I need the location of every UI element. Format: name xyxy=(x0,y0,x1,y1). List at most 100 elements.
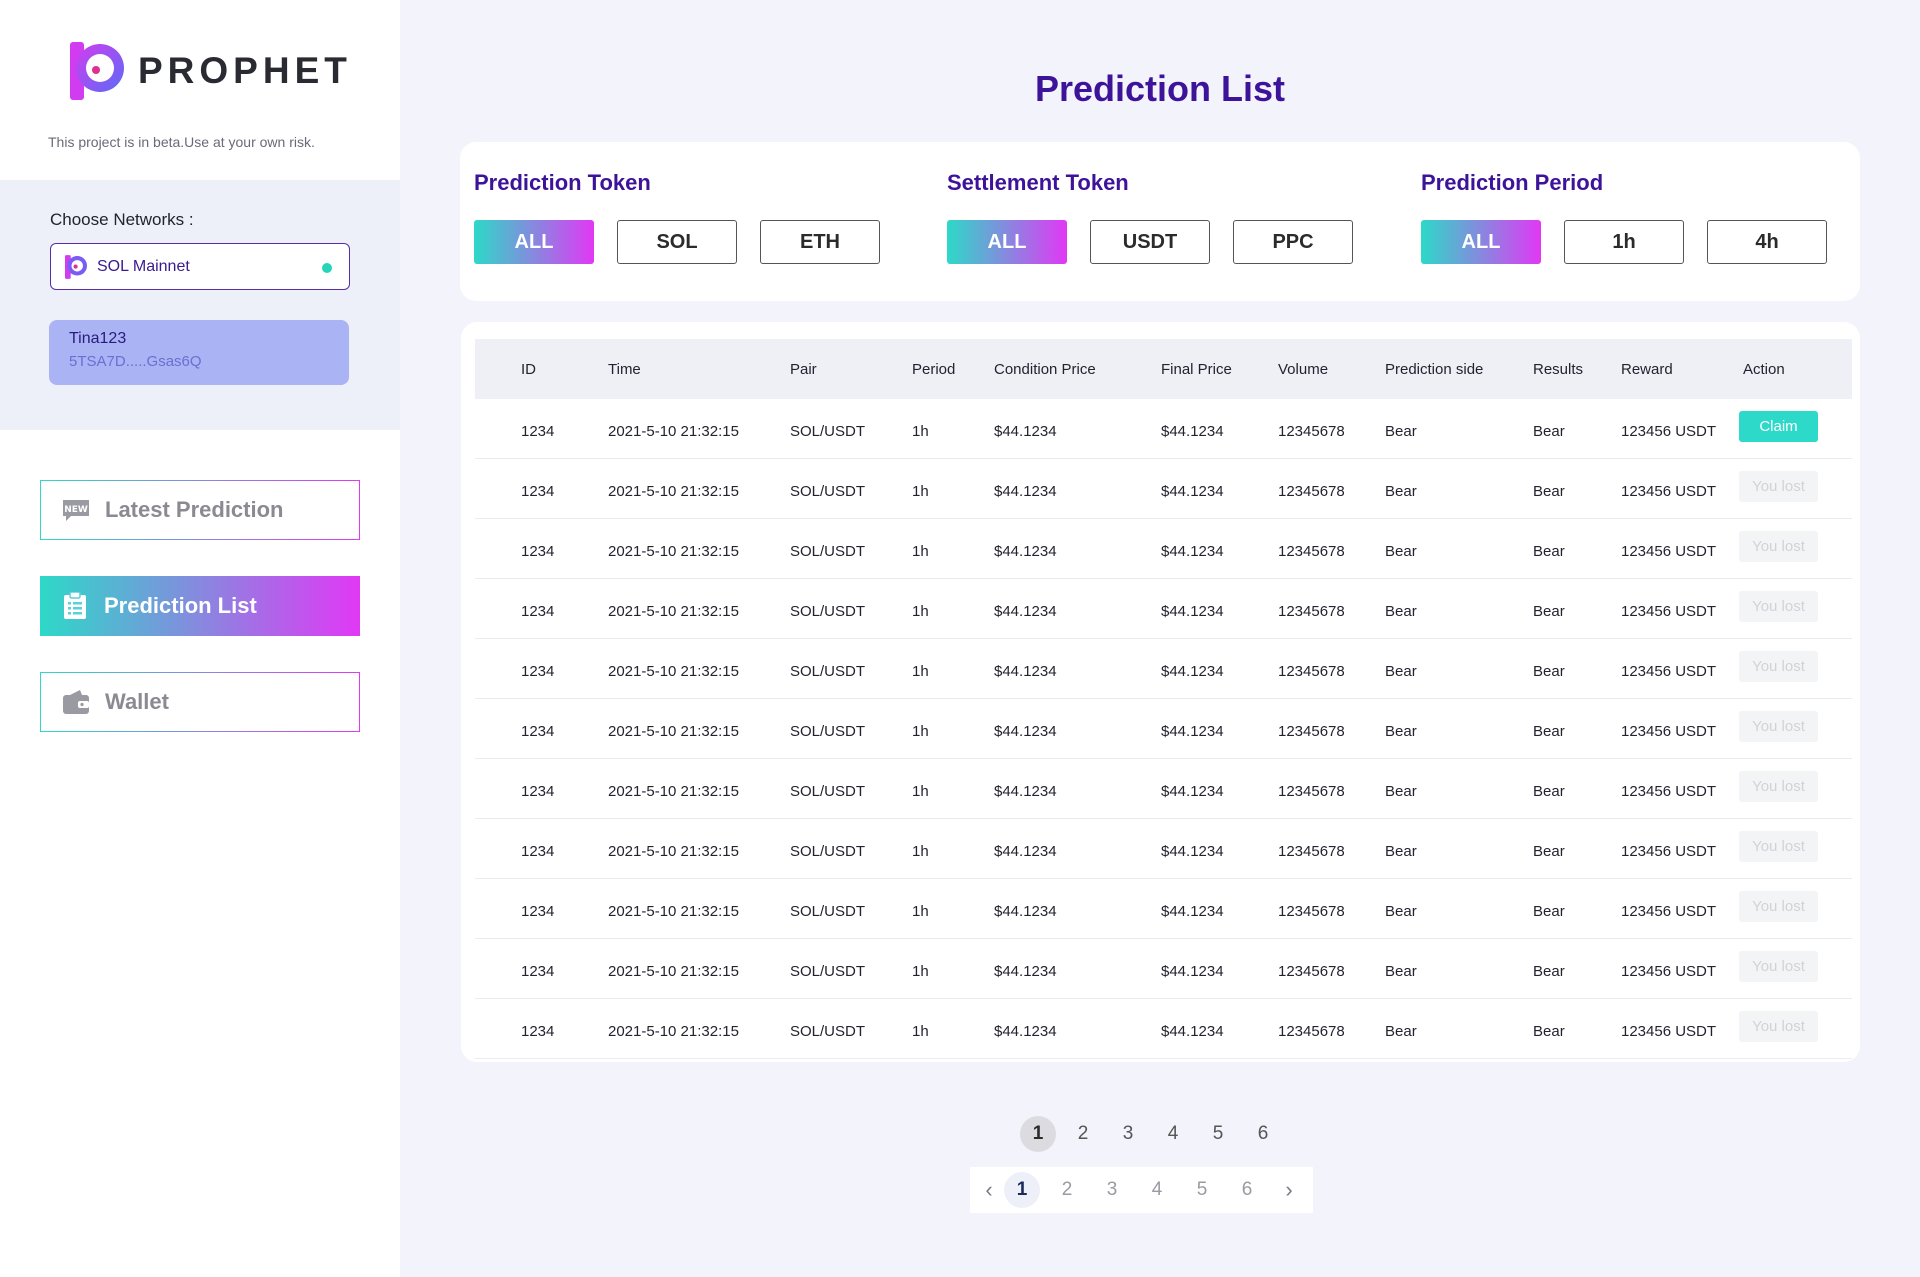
page-1[interactable]: 1 xyxy=(1020,1116,1056,1152)
page-4[interactable]: 4 xyxy=(1139,1172,1175,1208)
cell-condition-price: $44.1234 xyxy=(994,783,1057,800)
column-header-action: Action xyxy=(1743,361,1785,378)
cell-volume: 12345678 xyxy=(1278,783,1345,800)
table-header: ID Time Pair Period Condition Price Fina… xyxy=(475,339,1852,399)
filter-settlement-token: Settlement Token ALL USDT PPC xyxy=(947,170,1353,264)
filter-title: Settlement Token xyxy=(947,170,1129,195)
cell-period: 1h xyxy=(912,603,929,620)
nav-prediction-list[interactable]: Prediction List xyxy=(40,576,360,636)
cell-condition-price: $44.1234 xyxy=(994,963,1057,980)
page-3[interactable]: 3 xyxy=(1094,1172,1130,1208)
cell-prediction-side: Bear xyxy=(1385,1023,1417,1040)
cell-condition-price: $44.1234 xyxy=(994,1023,1057,1040)
cell-id: 1234 xyxy=(521,1023,555,1040)
cell-volume: 12345678 xyxy=(1278,483,1345,500)
chevron-right-icon[interactable]: › xyxy=(1274,1172,1304,1208)
page-3[interactable]: 3 xyxy=(1110,1116,1146,1152)
filter-option-ppc[interactable]: PPC xyxy=(1233,220,1353,264)
you-lost-button[interactable]: You lost xyxy=(1739,831,1818,862)
cell-final-price: $44.1234 xyxy=(1161,843,1224,860)
cell-pair: SOL/USDT xyxy=(790,1023,866,1040)
table-row: 1234 2021-5-10 21:32:15 SOL/USDT 1h $44.1234… xyxy=(475,759,1852,819)
cell-final-price: $44.1234 xyxy=(1161,783,1224,800)
cell-id: 1234 xyxy=(521,543,555,560)
cell-id: 1234 xyxy=(521,903,555,920)
filter-option-4h[interactable]: 4h xyxy=(1707,220,1827,264)
cell-final-price: $44.1234 xyxy=(1161,903,1224,920)
you-lost-button[interactable]: You lost xyxy=(1739,651,1818,682)
filter-option-sol[interactable]: SOL xyxy=(617,220,737,264)
page-6[interactable]: 6 xyxy=(1229,1172,1265,1208)
filter-option-usdt[interactable]: USDT xyxy=(1090,220,1210,264)
you-lost-button[interactable]: You lost xyxy=(1739,951,1818,982)
table-row: 1234 2021-5-10 21:32:15 SOL/USDT 1h $44.1234… xyxy=(475,819,1852,879)
page-5[interactable]: 5 xyxy=(1184,1172,1220,1208)
filter-option-eth[interactable]: ETH xyxy=(760,220,880,264)
filter-title: Prediction Period xyxy=(1421,170,1604,195)
cell-period: 1h xyxy=(912,963,929,980)
cell-pair: SOL/USDT xyxy=(790,603,866,620)
page-2[interactable]: 2 xyxy=(1065,1116,1101,1152)
cell-time: 2021-5-10 21:32:15 xyxy=(608,663,739,680)
cell-volume: 12345678 xyxy=(1278,723,1345,740)
cell-result: Bear xyxy=(1533,783,1565,800)
filter-option-all[interactable]: ALL xyxy=(1421,220,1541,264)
cell-final-price: $44.1234 xyxy=(1161,1023,1224,1040)
cell-period: 1h xyxy=(912,723,929,740)
cell-condition-price: $44.1234 xyxy=(994,843,1057,860)
cell-final-price: $44.1234 xyxy=(1161,483,1224,500)
cell-prediction-side: Bear xyxy=(1385,963,1417,980)
prophet-logo-icon xyxy=(70,42,124,100)
cell-prediction-side: Bear xyxy=(1385,903,1417,920)
you-lost-button[interactable]: You lost xyxy=(1739,711,1818,742)
cell-prediction-side: Bear xyxy=(1385,423,1417,440)
cell-final-price: $44.1234 xyxy=(1161,723,1224,740)
cell-reward: 123456 USDT xyxy=(1621,903,1717,920)
cell-time: 2021-5-10 21:32:15 xyxy=(608,723,739,740)
page-4[interactable]: 4 xyxy=(1155,1116,1191,1152)
cell-reward: 123456 USDT xyxy=(1621,483,1717,500)
filter-option-1h[interactable]: 1h xyxy=(1564,220,1684,264)
cell-pair: SOL/USDT xyxy=(790,843,866,860)
logo[interactable]: PROPHET xyxy=(70,42,352,100)
you-lost-button[interactable]: You lost xyxy=(1739,591,1818,622)
cell-result: Bear xyxy=(1533,903,1565,920)
nav-label: Wallet xyxy=(105,689,169,714)
cell-prediction-side: Bear xyxy=(1385,723,1417,740)
cell-period: 1h xyxy=(912,543,929,560)
cell-condition-price: $44.1234 xyxy=(994,903,1057,920)
filter-option-all[interactable]: ALL xyxy=(474,220,594,264)
you-lost-button[interactable]: You lost xyxy=(1739,471,1818,502)
table-row: 1234 2021-5-10 21:32:15 SOL/USDT 1h $44.1234… xyxy=(475,939,1852,999)
cell-volume: 12345678 xyxy=(1278,543,1345,560)
pagination-bottom: ‹ 1 2 3 4 5 6 › xyxy=(970,1167,1313,1213)
cell-volume: 12345678 xyxy=(1278,603,1345,620)
you-lost-button[interactable]: You lost xyxy=(1739,531,1818,562)
cell-pair: SOL/USDT xyxy=(790,483,866,500)
you-lost-button[interactable]: You lost xyxy=(1739,1011,1818,1042)
filter-option-all[interactable]: ALL xyxy=(947,220,1067,264)
cell-period: 1h xyxy=(912,1023,929,1040)
cell-final-price: $44.1234 xyxy=(1161,963,1224,980)
nav-latest-prediction[interactable]: NEW Latest Prediction xyxy=(40,480,360,540)
column-header-final-price: Final Price xyxy=(1161,361,1232,378)
column-header-time: Time xyxy=(608,361,641,378)
you-lost-button[interactable]: You lost xyxy=(1739,771,1818,802)
cell-final-price: $44.1234 xyxy=(1161,423,1224,440)
chevron-left-icon[interactable]: ‹ xyxy=(974,1172,1004,1208)
network-select[interactable]: SOL Mainnet xyxy=(50,243,350,290)
cell-reward: 123456 USDT xyxy=(1621,723,1717,740)
account-card[interactable]: Tina123 5TSA7D.....Gsas6Q xyxy=(49,320,349,385)
page-2[interactable]: 2 xyxy=(1049,1172,1085,1208)
cell-pair: SOL/USDT xyxy=(790,783,866,800)
cell-prediction-side: Bear xyxy=(1385,663,1417,680)
page-5[interactable]: 5 xyxy=(1200,1116,1236,1152)
page-6[interactable]: 6 xyxy=(1245,1116,1281,1152)
column-header-reward: Reward xyxy=(1621,361,1673,378)
page-1[interactable]: 1 xyxy=(1004,1172,1040,1208)
svg-text:NEW: NEW xyxy=(64,505,88,515)
you-lost-button[interactable]: You lost xyxy=(1739,891,1818,922)
nav-wallet[interactable]: Wallet xyxy=(40,672,360,732)
cell-time: 2021-5-10 21:32:15 xyxy=(608,483,739,500)
claim-button[interactable]: Claim xyxy=(1739,411,1818,442)
